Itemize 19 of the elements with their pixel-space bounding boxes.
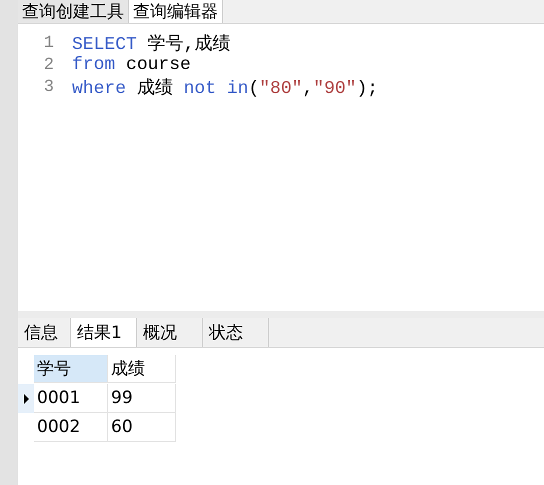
table-cell: 0002 (34, 413, 108, 442)
table-cell: 0001 (34, 384, 108, 413)
result-tab[interactable]: 结果1 (71, 318, 137, 347)
current-row-icon (24, 394, 28, 404)
pane-splitter[interactable] (18, 311, 544, 318)
code-line: SELECT 学号,成绩 (72, 33, 230, 55)
editor-tab[interactable]: 查询编辑器 (129, 0, 223, 23)
code-line: where 成绩 not in("80","90"); (72, 77, 378, 99)
editor-tab[interactable]: 查询创建工具 (18, 0, 129, 23)
line-number: 2 (42, 56, 54, 74)
table-cell: 99 (108, 384, 176, 413)
column-header[interactable]: 成绩 (108, 355, 176, 383)
line-number: 1 (42, 34, 54, 52)
code-line: from course (72, 55, 191, 75)
table-row[interactable]: 0002 60 (18, 413, 544, 442)
column-header[interactable]: 学号 (34, 355, 108, 383)
table-cell: 60 (108, 413, 176, 442)
table-row[interactable]: 0001 99 (18, 384, 544, 413)
line-number: 3 (42, 78, 54, 96)
